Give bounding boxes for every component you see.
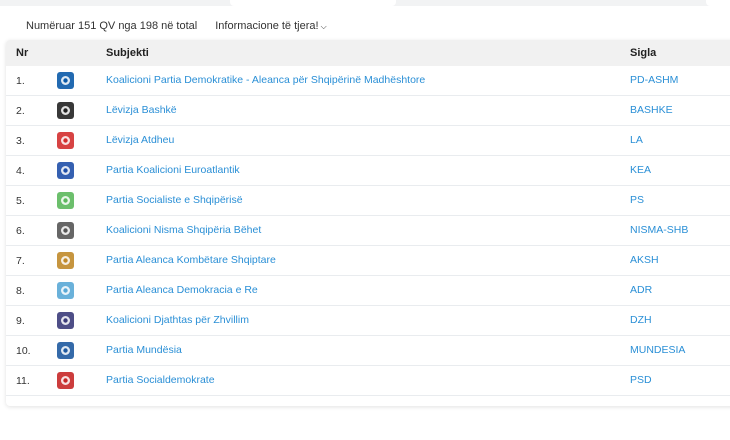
row-number: 5. [16, 195, 25, 207]
la-logo-icon [56, 131, 75, 150]
party-acronym: AKSH [630, 254, 659, 266]
table-row[interactable]: 9. Koalicioni Djathtas për Zhvillim DZH [6, 306, 730, 336]
table-row[interactable]: 7. Partia Aleanca Kombëtare Shqiptare AKSH [6, 246, 730, 276]
row-number: 11. [16, 375, 30, 387]
party-name-link[interactable]: Partia Socialdemokrate [106, 374, 215, 386]
table-row[interactable]: 8. Partia Aleanca Demokracia e Re ADR [6, 276, 730, 306]
table-row[interactable]: 4. Partia Koalicioni Euroatlantik KEA [6, 156, 730, 186]
party-acronym: DZH [630, 314, 652, 326]
party-name-link[interactable]: Lëvizja Atdheu [106, 134, 174, 146]
top-tab-strip [0, 0, 730, 6]
active-tab[interactable] [230, 0, 396, 6]
party-name-link[interactable]: Koalicioni Djathtas për Zhvillim [106, 314, 249, 326]
row-number: 2. [16, 105, 25, 117]
pd-logo-icon [56, 71, 75, 90]
table-row[interactable]: 6. Koalicioni Nisma Shqipëria Bëhet NISMA-… [6, 216, 730, 246]
nisma-logo-icon [56, 221, 75, 240]
party-acronym: PS [630, 194, 645, 206]
table-row[interactable]: 1. Koalicioni Partia Demokratike - Aleanc… [6, 66, 730, 96]
results-summary: Numëruar 151 QV nga 198 në total Informa… [26, 20, 327, 32]
table-row[interactable]: 10. Partia Mundësia MUNDESIA [6, 336, 730, 366]
aksh-logo-icon [56, 251, 75, 270]
more-info-label: Informacione të tjera! [215, 20, 319, 32]
results-table: Nr Subjekti Sigla 1. Koalicioni Partia De… [6, 40, 730, 406]
row-number: 9. [16, 315, 25, 327]
row-number: 6. [16, 225, 25, 237]
row-number: 4. [16, 165, 25, 177]
header-acronym: Sigla [630, 47, 657, 59]
party-name-link[interactable]: Partia Koalicioni Euroatlantik [106, 164, 240, 176]
mundesia-logo-icon [56, 341, 75, 360]
row-number: 10. [16, 345, 31, 357]
party-name-link[interactable]: Partia Aleanca Kombëtare Shqiptare [106, 254, 276, 266]
psd-logo-icon [56, 371, 75, 390]
party-name-link[interactable]: Lëvizja Bashkë [106, 104, 177, 116]
header-subject: Subjekti [106, 47, 149, 59]
tab[interactable] [706, 0, 730, 6]
header-nr: Nr [16, 47, 29, 59]
chevron-down-icon: ⌵ [320, 22, 327, 31]
adr-logo-icon [56, 281, 75, 300]
party-acronym: NISMA-SHB [630, 224, 689, 236]
table-row[interactable]: 2. Lëvizja Bashkë BASHKE [6, 96, 730, 126]
table-row[interactable]: 5. Partia Socialiste e Shqipërisë PS [6, 186, 730, 216]
party-acronym: BASHKE [630, 104, 673, 116]
row-number: 7. [16, 255, 25, 267]
counted-stations-text: Numëruar 151 QV nga 198 në total [26, 20, 198, 32]
party-name-link[interactable]: Partia Aleanca Demokracia e Re [106, 284, 258, 296]
table-row[interactable]: 3. Lëvizja Atdheu LA [6, 126, 730, 156]
party-acronym: MUNDESIA [630, 344, 686, 356]
party-acronym: PD-ASHM [630, 74, 679, 86]
party-acronym: LA [630, 134, 643, 146]
table-header: Nr Subjekti Sigla [6, 40, 730, 66]
more-info-toggle[interactable]: Informacione të tjera! ⌵ [215, 20, 326, 32]
party-acronym: ADR [630, 284, 653, 296]
party-name-link[interactable]: Koalicioni Partia Demokratike - Aleanca … [106, 74, 425, 86]
row-number: 8. [16, 285, 25, 297]
party-name-link[interactable]: Partia Socialiste e Shqipërisë [106, 194, 243, 206]
dzh-logo-icon [56, 311, 75, 330]
bashke-logo-icon [56, 101, 75, 120]
row-number: 1. [16, 75, 25, 87]
party-acronym: PSD [630, 374, 652, 386]
kea-logo-icon [56, 161, 75, 180]
party-name-link[interactable]: Partia Mundësia [106, 344, 182, 356]
ps-logo-icon [56, 191, 75, 210]
table-row[interactable]: 11. Partia Socialdemokrate PSD [6, 366, 730, 396]
party-acronym: KEA [630, 164, 652, 176]
row-number: 3. [16, 135, 25, 147]
party-name-link[interactable]: Koalicioni Nisma Shqipëria Bëhet [106, 224, 261, 236]
